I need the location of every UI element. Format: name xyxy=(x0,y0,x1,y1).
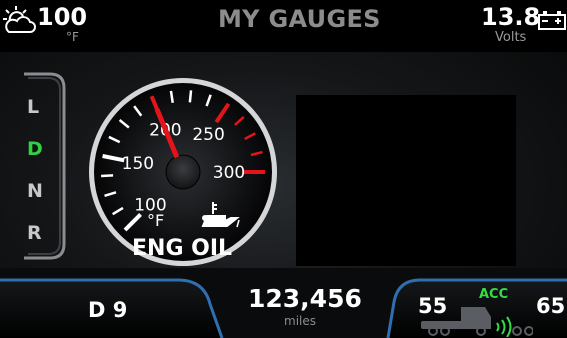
gauge-hub xyxy=(165,154,201,190)
gear-r: R xyxy=(27,222,42,244)
gear-l: L xyxy=(27,96,40,118)
empty-gauge-slot xyxy=(296,95,516,266)
gear-range-indicator: D 9 xyxy=(88,298,128,322)
battery-voltage: 13.8 xyxy=(481,3,541,31)
odometer-value: 123,456 xyxy=(248,284,362,313)
acc-target-speed: 65 xyxy=(536,294,566,318)
outside-temperature: 100 xyxy=(37,3,88,31)
gauge-tick xyxy=(101,174,114,178)
battery-voltage-unit: Volts xyxy=(495,30,527,45)
gauge-tick-label: 150 xyxy=(122,154,154,174)
gauge-tick-label: 300 xyxy=(213,163,245,183)
gauge-label: ENG OIL xyxy=(132,236,233,261)
acc-status-label: ACC xyxy=(479,287,509,302)
gauge-tick xyxy=(169,90,174,103)
page-title: MY GAUGES xyxy=(218,5,381,33)
cruise-set-speed: 55 xyxy=(418,294,448,318)
gauge-unit: °F xyxy=(147,211,164,230)
odometer-unit: miles xyxy=(284,314,316,328)
gauge-tick xyxy=(188,90,193,103)
gear-n: N xyxy=(27,180,43,202)
dashboard-screen: 100 °F MY GAUGES 13.8 Volts L D N R 100 … xyxy=(0,0,567,338)
partly-sunny-icon xyxy=(3,6,36,33)
battery-icon xyxy=(538,11,566,30)
gauge-tick-label: 250 xyxy=(192,125,224,145)
outside-temperature-unit: °F xyxy=(66,30,79,44)
gear-d-selected: D xyxy=(27,138,43,160)
